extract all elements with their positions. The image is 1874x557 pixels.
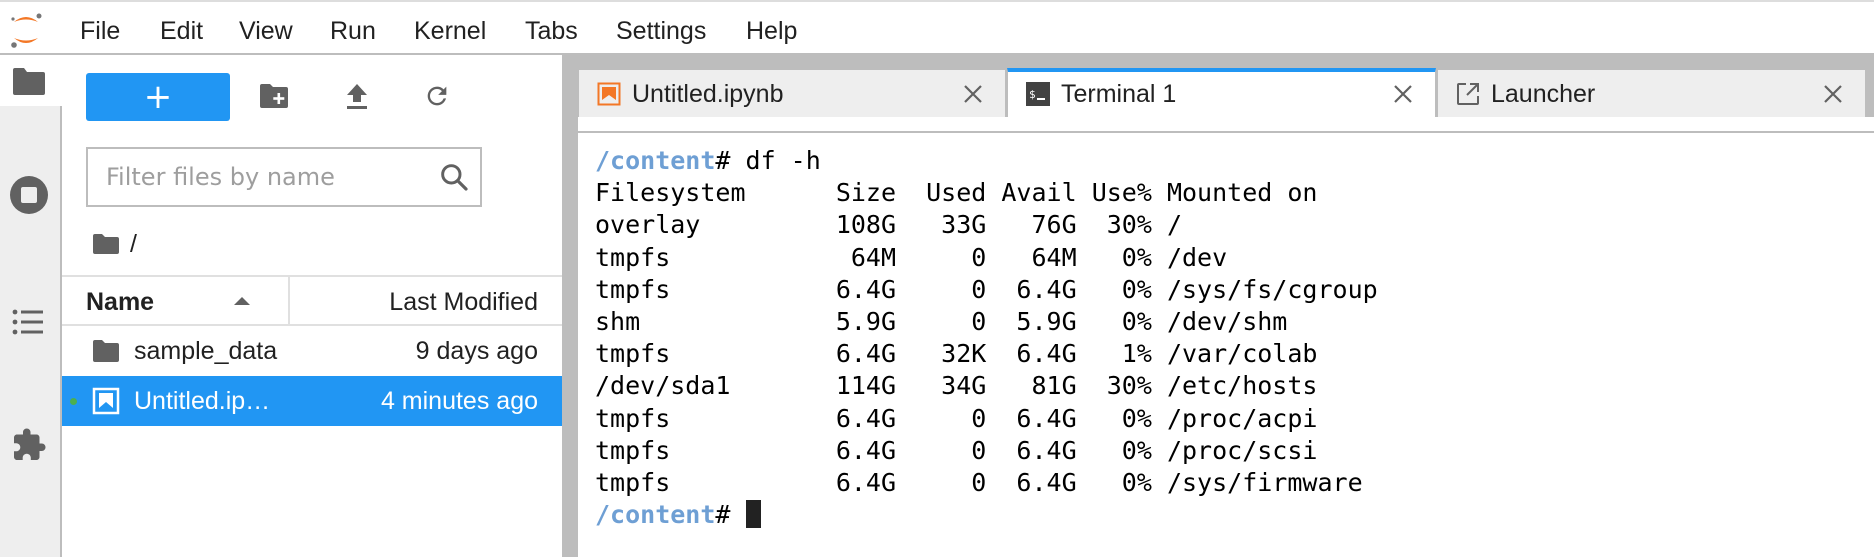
jupyter-logo-icon[interactable]: [8, 10, 44, 50]
breadcrumb-home-folder-icon[interactable]: [92, 233, 120, 255]
file-modified: 4 minutes ago: [380, 387, 538, 415]
tab-terminal-1[interactable]: $ Terminal 1: [1007, 68, 1436, 119]
column-header-last-modified[interactable]: Last Modified: [292, 277, 562, 324]
panel-splitter[interactable]: [562, 55, 578, 557]
tab-label: Untitled.ipynb: [632, 80, 784, 108]
menu-tabs[interactable]: Tabs: [525, 17, 578, 46]
column-header-name[interactable]: Name: [62, 277, 290, 324]
df-row: shm 5.9G 0 5.9G 0% /dev/shm: [595, 307, 1288, 337]
sort-ascending-icon: [234, 297, 250, 305]
df-row: tmpfs 6.4G 0 6.4G 0% /proc/acpi: [595, 403, 1318, 433]
df-row: tmpfs 64M 0 64M 0% /dev: [595, 242, 1228, 272]
folder-icon: [13, 68, 45, 95]
file-list-header: Name Last Modified: [62, 275, 562, 326]
running-indicator: [70, 398, 77, 405]
terminal-icon: $: [1026, 82, 1050, 106]
df-row: overlay 108G 33G 76G 30% /: [595, 210, 1182, 240]
folder-icon: [93, 340, 119, 362]
file-name: sample_data: [134, 337, 278, 365]
terminal-prompt-symbol: #: [715, 146, 746, 175]
menu-run[interactable]: Run: [330, 17, 376, 46]
df-row: tmpfs 6.4G 0 6.4G 0% /sys/fs/cgroup: [595, 274, 1378, 304]
close-icon[interactable]: [1821, 82, 1845, 106]
filter-files-input[interactable]: [88, 149, 428, 205]
notebook-icon: [597, 82, 621, 106]
search-icon[interactable]: [438, 161, 470, 193]
notebook-icon: [92, 387, 120, 415]
activity-file-browser[interactable]: [9, 61, 49, 101]
new-folder-button[interactable]: [257, 79, 291, 113]
tab-bar-bottom-strip: [578, 117, 1874, 133]
terminal-panel[interactable]: /content# df -h Filesystem Size Used Ava…: [578, 133, 1874, 557]
upload-icon: [347, 84, 367, 109]
menu-file[interactable]: File: [80, 17, 120, 46]
refresh-icon: [427, 86, 447, 106]
file-row-sample-data[interactable]: sample_data 9 days ago: [62, 326, 562, 376]
file-name: Untitled.ip…: [134, 387, 271, 415]
df-row: tmpfs 6.4G 0 6.4G 0% /proc/scsi: [595, 435, 1318, 465]
new-folder-icon: [260, 84, 288, 108]
terminal-cursor: [745, 500, 761, 529]
close-icon[interactable]: [1391, 82, 1415, 106]
terminal-prompt-symbol: #: [715, 500, 746, 530]
df-row: tmpfs 6.4G 32K 6.4G 1% /var/colab: [595, 339, 1318, 369]
breadcrumb: /: [92, 227, 137, 261]
svg-text:$: $: [1029, 88, 1036, 101]
menu-settings[interactable]: Settings: [616, 17, 706, 46]
menu-view[interactable]: View: [239, 17, 293, 46]
column-name-label: Name: [86, 288, 155, 316]
file-browser: + / Name Las: [62, 55, 562, 557]
running-stop-icon: [10, 176, 48, 214]
refresh-button[interactable]: [420, 79, 454, 113]
activity-extension-manager[interactable]: [9, 425, 49, 465]
tab-label: Launcher: [1491, 80, 1596, 108]
tab-label: Terminal 1: [1061, 80, 1177, 108]
tab-untitled-ipynb[interactable]: Untitled.ipynb: [578, 69, 1006, 117]
df-row: tmpfs 6.4G 0 6.4G 0% /sys/firmware: [595, 468, 1363, 498]
file-modified: 9 days ago: [415, 337, 538, 365]
menu-bar: File Edit View Run Kernel Tabs Settings …: [0, 0, 1874, 55]
terminal-output: /content# df -h Filesystem Size Used Ava…: [595, 145, 1874, 531]
column-modified-label: Last Modified: [389, 288, 538, 316]
terminal-prompt-path: /content: [595, 146, 716, 175]
list-icon: [12, 309, 43, 335]
menu-help[interactable]: Help: [746, 17, 797, 46]
file-row-untitled-notebook[interactable]: Untitled.ip… 4 minutes ago: [62, 376, 562, 426]
menu-edit[interactable]: Edit: [160, 17, 203, 46]
close-icon[interactable]: [961, 82, 985, 106]
df-row: /dev/sda1 114G 34G 81G 30% /etc/hosts: [595, 371, 1318, 401]
df-header-line: Filesystem Size Used Avail Use% Mounted …: [595, 178, 1318, 208]
terminal-command: df -h: [745, 146, 821, 175]
menu-kernel[interactable]: Kernel: [414, 17, 486, 46]
activity-bar: [0, 55, 62, 557]
tab-launcher[interactable]: Launcher: [1437, 69, 1866, 117]
launcher-icon: [1457, 83, 1479, 105]
new-launcher-button[interactable]: +: [86, 73, 230, 121]
activity-running[interactable]: [9, 175, 49, 215]
upload-button[interactable]: [340, 79, 374, 113]
puzzle-icon: [14, 428, 46, 460]
new-launcher-label: +: [143, 77, 173, 117]
filter-box: [86, 147, 482, 207]
activity-table-of-contents[interactable]: [9, 302, 49, 342]
terminal-prompt-path: /content: [595, 500, 716, 530]
dock-tab-bar: Untitled.ipynb $ Terminal 1 Launcher: [578, 55, 1874, 119]
breadcrumb-root[interactable]: /: [130, 230, 137, 259]
